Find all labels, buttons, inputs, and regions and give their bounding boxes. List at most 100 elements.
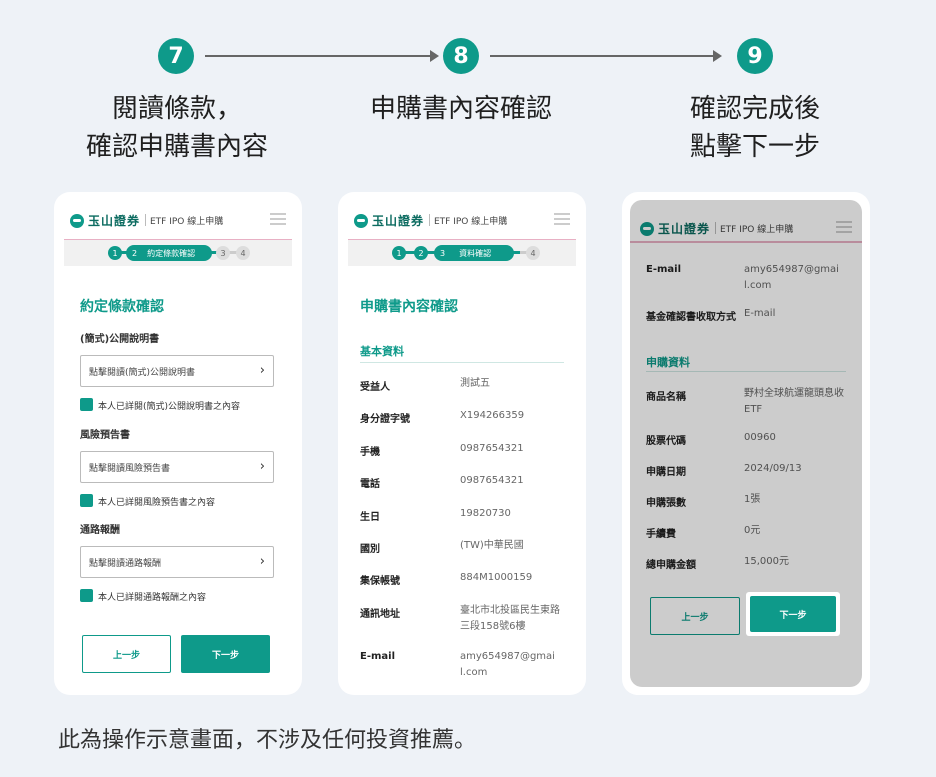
esun-logo-icon (354, 214, 368, 228)
read-risk-link[interactable]: 點擊閱讀風險預告書 › (80, 451, 274, 483)
field-value: 0元 (744, 525, 761, 536)
checkbox-checked-icon[interactable] (80, 494, 93, 507)
progress-step-3: 3 (440, 248, 446, 258)
link-text: 點擊閱讀通路報酬 (89, 558, 162, 569)
section-divider (646, 371, 846, 372)
step-number-7: 7 (158, 38, 194, 74)
header-divider (630, 241, 862, 243)
field-value: 0987654321 (460, 443, 524, 454)
highlighted-next-button-frame: 下一步 (746, 592, 840, 636)
arrow-right-icon (205, 50, 439, 62)
app-subtitle: ETF IPO 線上申購 (720, 225, 794, 235)
progress-step-2: 2 (414, 246, 428, 260)
field-value: X194266359 (460, 410, 525, 421)
progress-step-4: 4 (526, 246, 540, 260)
field-label: 基金確認書收取方式 (646, 312, 736, 323)
step-title-line: 申購書內容確認 (369, 94, 552, 124)
step-title-7: 閱讀條款， 確認申購書內容 (27, 90, 327, 166)
field-label: 受益人 (360, 382, 390, 393)
field-value: 15,000元 (744, 556, 789, 567)
checkbox-label: 本人已詳閱通路報酬之內容 (98, 593, 207, 603)
section-label-risk: 風險預告書 (80, 430, 130, 441)
esun-logo-icon (640, 222, 654, 236)
phone-screen-terms: 玉山證券 ETF IPO 線上申購 1 2 約定條款確認 3 4 約定條款確認 … (54, 192, 302, 695)
prev-step-button[interactable]: 上一步 (82, 635, 171, 673)
field-value: 2024/09/13 (744, 463, 802, 474)
progress-step-2: 2 (132, 248, 138, 258)
field-label: 手機 (360, 447, 380, 458)
app-logo-text: 玉山證券 (88, 214, 141, 228)
step-title-line: 閱讀條款， (111, 94, 242, 124)
progress-step-3: 3 (216, 246, 230, 260)
app-logo-text: 玉山證券 (372, 214, 425, 228)
read-channel-link[interactable]: 點擊閱讀通路報酬 › (80, 546, 274, 578)
progress-step-label: 資料確認 (459, 248, 492, 258)
hamburger-menu-icon[interactable] (554, 213, 570, 225)
step-indicator-row: 7 8 9 (0, 38, 936, 74)
field-value: 測試五 (460, 378, 490, 389)
esun-logo-icon (70, 214, 84, 228)
step-title-line: 確認完成後 (689, 94, 820, 124)
app-subtitle: ETF IPO 線上申購 (434, 217, 508, 227)
field-value: 臺北市北投區民生東路三段158號6樓 (460, 605, 560, 632)
app-header: 玉山證券 ETF IPO 線上申購 (338, 192, 586, 242)
field-label: 申購張數 (646, 498, 686, 509)
field-value: 00960 (744, 432, 776, 443)
phone-screen-submit: 玉山證券 ETF IPO 線上申購 E-mail amy654987@gmail… (622, 192, 870, 695)
progress-step-1: 1 (392, 246, 406, 260)
link-text: 點擊閱讀(簡式)公開說明書 (89, 367, 196, 378)
app-subtitle: ETF IPO 線上申購 (150, 217, 224, 227)
progress-step-4: 4 (236, 246, 250, 260)
chevron-right-icon: › (259, 363, 265, 378)
link-text: 點擊閱讀風險預告書 (89, 463, 171, 474)
field-label: 通訊地址 (360, 609, 400, 620)
next-step-button[interactable]: 下一步 (181, 635, 270, 673)
step-number-8: 8 (443, 38, 479, 74)
progress-step-current: 2 約定條款確認 (126, 245, 212, 261)
field-value: E-mail (744, 308, 776, 319)
phone-screen-confirm: 玉山證券 ETF IPO 線上申購 1 2 3 資料確認 4 申購書內容確認 基… (338, 192, 586, 695)
section-divider (360, 362, 564, 363)
divider (145, 214, 146, 226)
field-label: 申購日期 (646, 467, 686, 478)
app-logo-text: 玉山證券 (658, 222, 711, 236)
chevron-right-icon: › (259, 459, 265, 474)
progress-step-label: 約定條款確認 (147, 248, 196, 258)
read-prospectus-link[interactable]: 點擊閱讀(簡式)公開說明書 › (80, 355, 274, 387)
field-label: 股票代碼 (646, 436, 686, 447)
field-label: 國別 (360, 544, 380, 555)
checkbox-checked-icon[interactable] (80, 589, 93, 602)
app-header: 玉山證券 ETF IPO 線上申購 (54, 192, 302, 242)
next-step-button[interactable]: 下一步 (750, 596, 836, 632)
field-value: amy654987@gmail.com (460, 651, 555, 678)
field-label: E-mail (360, 651, 396, 662)
checkbox-label: 本人已詳閱風險預告書之內容 (98, 498, 216, 508)
field-value: 19820730 (460, 508, 511, 519)
section-label-channel: 通路報酬 (80, 525, 120, 536)
progress-step-1: 1 (108, 246, 122, 260)
section-heading-basic: 基本資料 (360, 345, 404, 358)
step-title-9: 確認完成後 點擊下一步 (605, 90, 905, 166)
page-title: 約定條款確認 (80, 299, 164, 315)
hamburger-menu-icon[interactable] (270, 213, 286, 225)
field-value: 1張 (744, 494, 761, 505)
field-label: 集保帳號 (360, 576, 400, 587)
field-label: E-mail (646, 264, 682, 275)
field-label: 總申購金額 (646, 560, 696, 571)
section-heading-order: 申購資料 (646, 356, 690, 369)
field-value: (TW)中華民國 (460, 540, 524, 551)
field-label: 身分證字號 (360, 414, 410, 425)
step-title-line: 點擊下一步 (689, 132, 820, 162)
field-value: amy654987@gmail.com (744, 264, 839, 291)
field-value: 野村全球航運龍頭息收ETF (744, 388, 844, 415)
divider (429, 214, 430, 226)
field-value: 884M1000159 (460, 572, 533, 583)
hamburger-menu-icon[interactable] (836, 221, 852, 233)
checkbox-checked-icon[interactable] (80, 398, 93, 411)
progress-stepper: 1 2 3 資料確認 4 (348, 240, 576, 266)
progress-stepper: 1 2 約定條款確認 3 4 (64, 240, 292, 266)
prev-step-button[interactable]: 上一步 (650, 597, 740, 635)
step-title-8: 申購書內容確認 (311, 90, 611, 128)
field-value: 0987654321 (460, 475, 524, 486)
divider (715, 222, 716, 234)
